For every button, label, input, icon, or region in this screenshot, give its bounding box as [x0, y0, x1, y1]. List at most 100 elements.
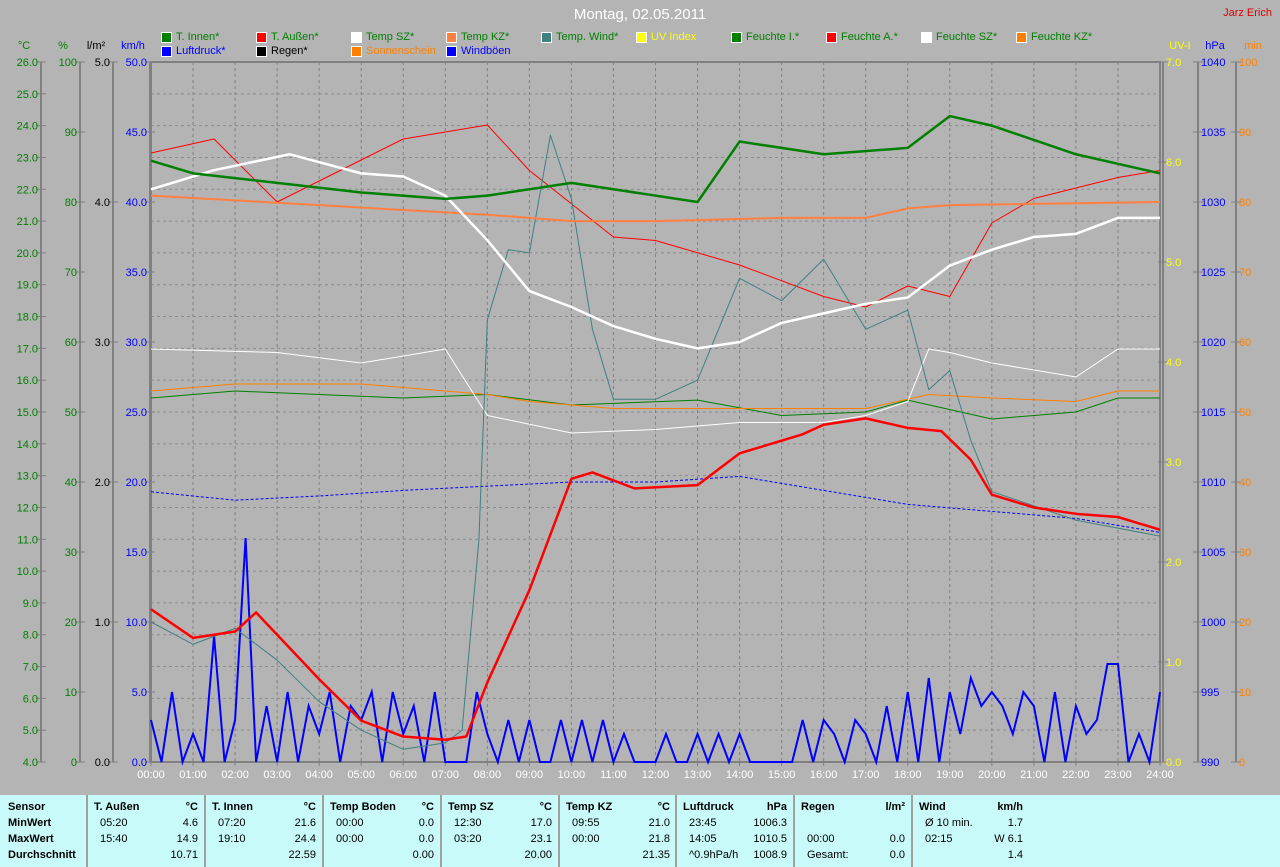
x-tick-label: 16:00: [810, 769, 838, 781]
axis-label-hum: 70: [65, 267, 77, 279]
axis-label-uv: 1.0: [1166, 657, 1181, 669]
axis-label-wind: 35.0: [126, 267, 147, 279]
column-divider: [911, 795, 913, 867]
cell-value: 1010.5: [753, 833, 787, 845]
row-label: MinWert: [8, 817, 52, 829]
cell-value: 21.8: [648, 833, 670, 845]
axis-label-uv: 0.0: [1166, 757, 1181, 769]
axis-label-temp: 19.0: [17, 280, 38, 292]
axis-label-sun: 70: [1239, 267, 1251, 279]
column-unit: hPa: [766, 801, 787, 813]
axis-label-press: 995: [1201, 687, 1219, 699]
row-label: MaxWert: [8, 833, 54, 845]
cell-value: 1006.3: [753, 817, 787, 829]
axis-label-hum: 60: [65, 337, 77, 349]
axis-label-temp: 9.0: [23, 598, 38, 610]
x-tick-label: 08:00: [474, 769, 502, 781]
axis-label-uv: 2.0: [1166, 557, 1181, 569]
x-tick-label: 14:00: [726, 769, 754, 781]
x-tick-label: 23:00: [1104, 769, 1132, 781]
axis-label-press: 1015: [1201, 407, 1225, 419]
axis-label-temp: 22.0: [17, 184, 38, 196]
axis-label-temp: 6.0: [23, 693, 38, 705]
axis-label-temp: 18.0: [17, 312, 38, 324]
row-label: Sensor: [8, 801, 46, 813]
axis-label-temp: 15.0: [17, 407, 38, 419]
cell-value: 1.7: [1007, 817, 1023, 829]
axis-label-press: 1035: [1201, 127, 1225, 139]
axis-label-temp: 8.0: [23, 630, 38, 642]
x-tick-label: 12:00: [642, 769, 670, 781]
column-unit: °C: [539, 801, 552, 813]
axis-label-wind: 45.0: [126, 127, 147, 139]
axis-label-sun: 40: [1239, 477, 1251, 489]
cell-value: 0.0: [889, 833, 905, 845]
axis-label-rain: 5.0: [95, 57, 110, 69]
x-tick-label: 24:00: [1146, 769, 1174, 781]
axis-label-hum: 10: [65, 687, 77, 699]
cell-value: 21.6: [294, 817, 316, 829]
x-tick-label: 21:00: [1020, 769, 1048, 781]
axis-label-hum: 30: [65, 547, 77, 559]
cell-value: 17.0: [530, 817, 552, 829]
axis-label-temp: 4.0: [23, 757, 38, 769]
x-tick-label: 04:00: [305, 769, 333, 781]
axis-label-temp: 10.0: [17, 566, 38, 578]
cell-value: 4.6: [182, 817, 198, 829]
column-divider: [204, 795, 206, 867]
cell-value: 0.00: [412, 849, 434, 861]
axis-label-press: 1005: [1201, 547, 1225, 559]
axis-label-temp: 26.0: [17, 57, 38, 69]
axis-label-sun: 90: [1239, 127, 1251, 139]
column-unit: °C: [303, 801, 316, 813]
x-tick-label: 11:00: [600, 769, 627, 781]
statistics-table: Sensor MinWert MaxWert Durchschnitt T. Außen…: [0, 795, 1280, 867]
axis-label-sun: 80: [1239, 197, 1251, 209]
axis-label-press: 1025: [1201, 267, 1225, 279]
axis-label-sun: 60: [1239, 337, 1251, 349]
x-tick-label: 13:00: [684, 769, 712, 781]
axis-label-wind: 30.0: [126, 337, 147, 349]
axis-label-press: 1000: [1201, 617, 1225, 629]
column-unit: km/h: [997, 801, 1023, 813]
cell-value: 22.59: [288, 849, 316, 861]
x-tick-label: 17:00: [852, 769, 880, 781]
axis-label-temp: 20.0: [17, 248, 38, 260]
axis-label-hum: 0: [71, 757, 77, 769]
cell-value: W 6.1: [994, 833, 1023, 845]
column-unit: °C: [657, 801, 670, 813]
axis-label-sun: 10: [1239, 687, 1251, 699]
axis-label-temp: 14.0: [17, 439, 38, 451]
axis-label-wind: 15.0: [126, 547, 147, 559]
cell-value: 21.0: [648, 817, 670, 829]
column-divider: [322, 795, 324, 867]
axis-label-temp: 5.0: [23, 725, 38, 737]
cell-value: 0.0: [418, 817, 434, 829]
x-tick-label: 06:00: [389, 769, 417, 781]
axis-label-sun: 100: [1239, 57, 1257, 69]
axis-label-wind: 5.0: [132, 687, 147, 699]
axis-label-temp: 17.0: [17, 343, 38, 355]
cell-value: 1008.9: [753, 849, 787, 861]
axis-label-rain: 0.0: [95, 757, 110, 769]
x-tick-label: 15:00: [768, 769, 796, 781]
column-divider: [675, 795, 677, 867]
axis-label-sun: 0: [1239, 757, 1245, 769]
axis-label-press: 990: [1201, 757, 1219, 769]
x-tick-label: 19:00: [936, 769, 964, 781]
column-divider: [558, 795, 560, 867]
axis-label-rain: 1.0: [95, 617, 110, 629]
axis-label-uv: 6.0: [1166, 157, 1181, 169]
axis-label-temp: 12.0: [17, 502, 38, 514]
axis-label-rain: 3.0: [95, 337, 110, 349]
axis-label-hum: 90: [65, 127, 77, 139]
x-tick-label: 10:00: [558, 769, 586, 781]
axis-label-sun: 50: [1239, 407, 1251, 419]
x-tick-label: 05:00: [347, 769, 375, 781]
axis-label-press: 1020: [1201, 337, 1225, 349]
axis-label-wind: 50.0: [126, 57, 147, 69]
x-tick-label: 01:00: [179, 769, 207, 781]
axis-label-rain: 4.0: [95, 197, 110, 209]
x-tick-label: 18:00: [894, 769, 922, 781]
axis-label-press: 1040: [1201, 57, 1225, 69]
